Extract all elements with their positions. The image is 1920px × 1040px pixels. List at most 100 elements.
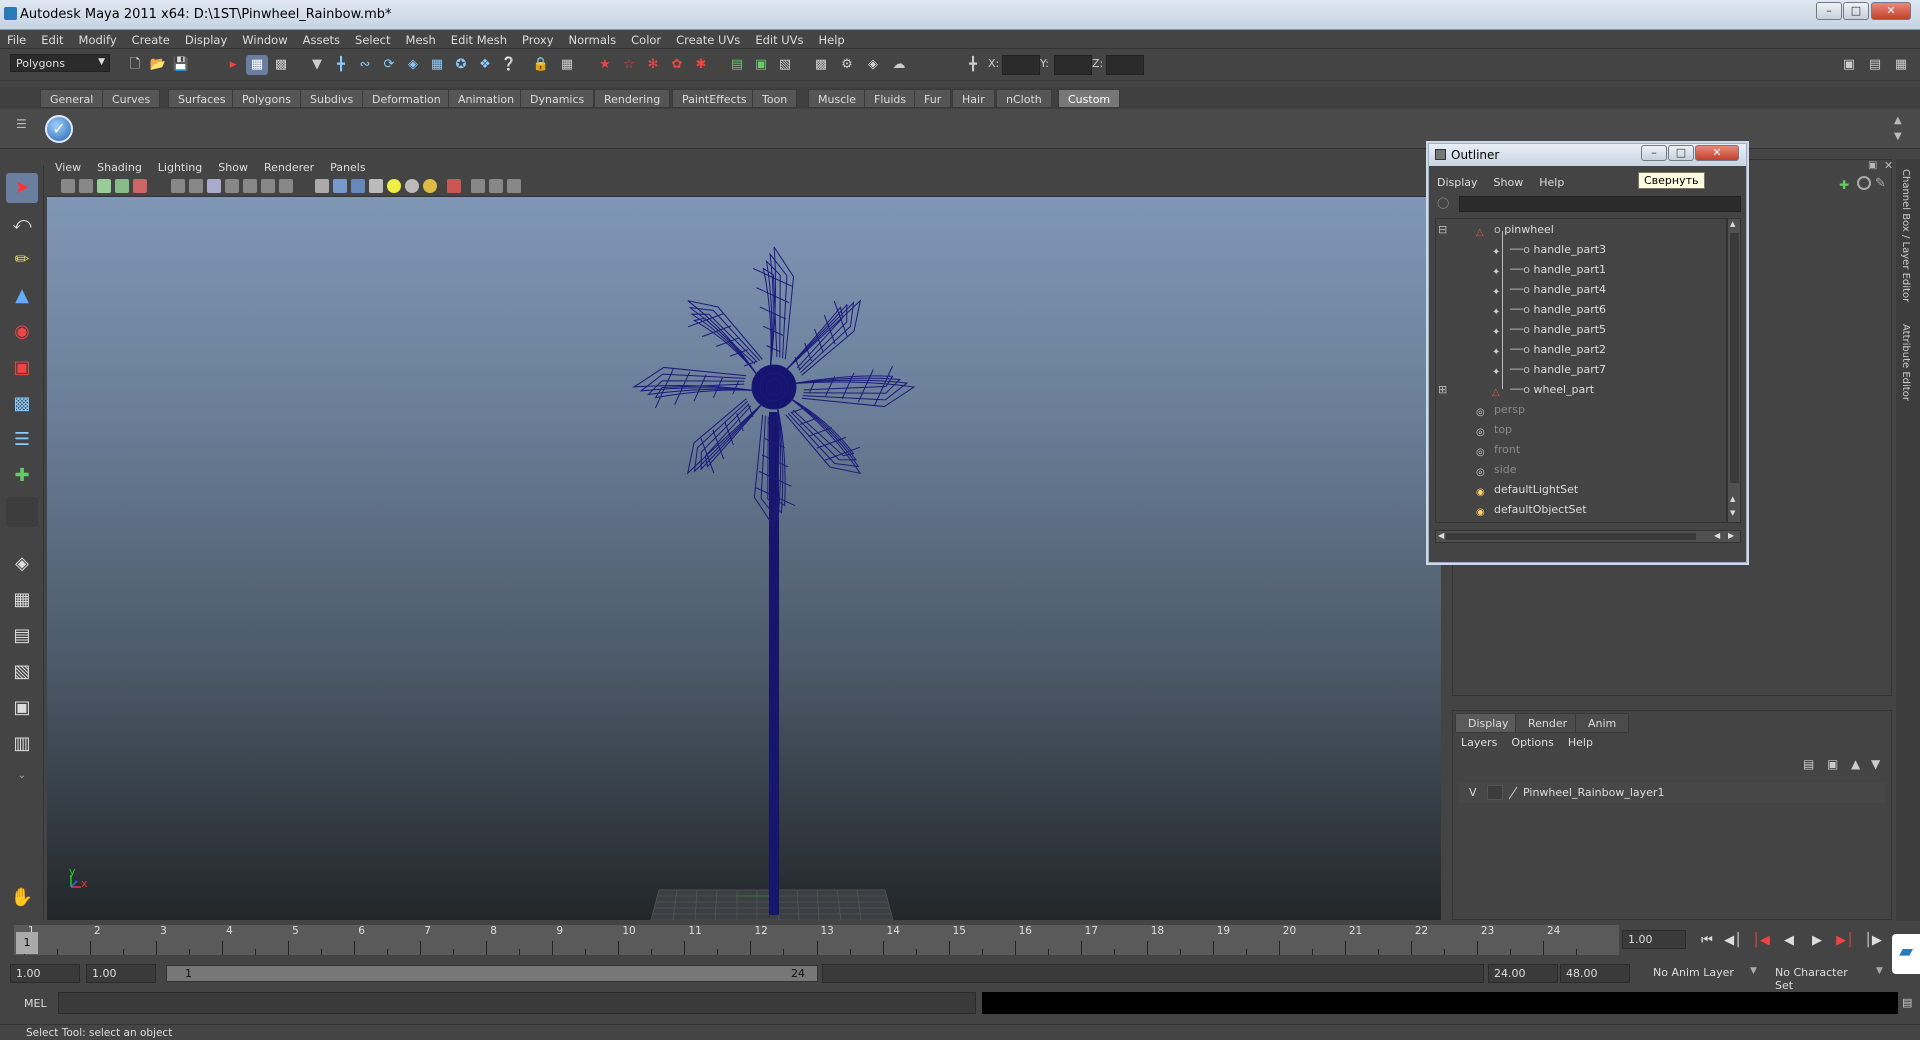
panel-toggle-icon[interactable]: ☁ — [888, 55, 910, 75]
select-hierarchy-icon[interactable]: ▸ — [222, 55, 244, 75]
viewport-menu-renderer[interactable]: Renderer — [256, 159, 322, 174]
shelf-tab-subdivs[interactable]: Subdivs — [300, 89, 364, 108]
viewport-menu-lighting[interactable]: Lighting — [150, 159, 210, 174]
outliner-item[interactable]: ⊟ △ o pinwheel — [1438, 223, 1554, 241]
shelf-tab-ncloth[interactable]: nCloth — [996, 89, 1052, 108]
viewport-menu-panels[interactable]: Panels — [322, 159, 373, 174]
new-layer-icon[interactable]: ▤ — [1803, 757, 1814, 771]
outliner-titlebar[interactable]: Outliner – □ ✕ — [1429, 144, 1746, 166]
make-live-icon[interactable]: ▦ — [426, 55, 448, 75]
layout-channel-icon[interactable]: ▦ — [1890, 55, 1912, 75]
high-quality-icon[interactable] — [423, 179, 437, 193]
tab-attribute-editor[interactable]: Attribute Editor — [1900, 324, 1911, 401]
menu-modify[interactable]: Modify — [72, 30, 125, 47]
step-forward-key-icon[interactable]: ▶│ — [1834, 933, 1856, 951]
menu-edit[interactable]: Edit — [34, 30, 71, 47]
outliner-item[interactable]: ◉ defaultLightSet — [1476, 483, 1578, 501]
render-frame-icon[interactable]: ★ — [594, 55, 616, 75]
layer-move-down-icon[interactable]: ▼ — [1871, 757, 1880, 771]
rotate-tool-icon[interactable]: ◉ — [6, 317, 38, 347]
select-object-icon[interactable]: ▦ — [246, 55, 268, 75]
command-input[interactable] — [58, 992, 976, 1014]
select-camera-icon[interactable] — [61, 179, 75, 193]
outliner-list[interactable]: ⊟ △ o pinwheel ✦ ──o handle_part3 ✦ ──o handle… — [1435, 218, 1727, 523]
outliner-item[interactable]: ✦ ──o handle_part4 — [1492, 283, 1606, 301]
character-set-chevron-down-icon[interactable]: ▼ — [1876, 966, 1883, 976]
textured-icon[interactable] — [369, 179, 383, 193]
show-manipulator-icon[interactable]: ✚ — [6, 461, 38, 491]
menu-mesh[interactable]: Mesh — [399, 30, 444, 47]
scroll-left-icon[interactable]: ◀ — [1438, 531, 1444, 540]
smooth-shading-icon[interactable] — [333, 179, 347, 193]
outliner-minimize-button[interactable]: – — [1641, 145, 1667, 161]
safe-title-icon[interactable] — [279, 179, 293, 193]
shelf-tab-deformation[interactable]: Deformation — [362, 89, 451, 108]
play-forwards-icon[interactable]: ▶ — [1806, 933, 1828, 951]
layer-color-icon[interactable] — [1507, 786, 1519, 800]
play-backwards-icon[interactable]: ◀ — [1778, 933, 1800, 951]
channel-pen-icon[interactable]: ✎ — [1875, 176, 1886, 191]
outliner-item[interactable]: ✦ ──o handle_part3 — [1492, 243, 1606, 261]
layout-single-icon[interactable]: ▣ — [1838, 55, 1860, 75]
viewport-menu-view[interactable]: View — [47, 159, 89, 174]
outliner-item[interactable]: ✦ ──o handle_part6 — [1492, 303, 1606, 321]
outliner-vertical-scrollbar[interactable]: ▲ ▲ ▼ — [1727, 218, 1741, 523]
menu-normals[interactable]: Normals — [562, 30, 625, 47]
render-settings-icon[interactable]: ✿ — [666, 55, 688, 75]
shelf-tab-hair[interactable]: Hair — [952, 89, 995, 108]
close-panel-icon[interactable]: ✕ — [1884, 159, 1896, 172]
shelf-tab-rendering[interactable]: Rendering — [594, 89, 671, 108]
autodesk-help-icon[interactable]: ▰ — [1892, 934, 1920, 974]
shelf-tab-surfaces[interactable]: Surfaces — [168, 89, 236, 108]
move-tool-icon[interactable]: ▲ — [6, 281, 38, 311]
shelf-tab-custom[interactable]: Custom — [1058, 89, 1121, 108]
camera-attributes-icon[interactable] — [79, 179, 93, 193]
camera-toggle-icon[interactable]: ⚙ — [836, 55, 858, 75]
scroll-up-small-icon[interactable]: ▲ — [1730, 495, 1735, 503]
menu-select[interactable]: Select — [348, 30, 398, 47]
minimize-button[interactable]: – — [1816, 2, 1842, 20]
go-to-start-icon[interactable]: ⏮ — [1696, 933, 1718, 951]
outliner-filter-icon[interactable]: ◯ — [1437, 196, 1453, 212]
numeric-input-icon[interactable]: ╋ — [962, 55, 984, 75]
xray-joints-icon[interactable] — [489, 179, 503, 193]
render-ipr-icon[interactable]: ☆ — [618, 55, 640, 75]
start-time-field[interactable]: 1.00 — [10, 964, 80, 983]
current-time-field[interactable]: 1.00 — [1622, 930, 1686, 949]
wireframe-on-shaded-icon[interactable] — [351, 179, 365, 193]
channel-toggle-icon[interactable] — [1857, 176, 1871, 190]
menu-display[interactable]: Display — [178, 30, 235, 47]
outliner-item[interactable]: ◉ defaultObjectSet — [1476, 503, 1587, 521]
playback-end-field[interactable]: 24.00 — [1488, 964, 1558, 983]
hand-tool-icon[interactable]: ✋ — [6, 883, 38, 913]
current-frame-marker[interactable]: 1 — [16, 932, 38, 954]
character-set-selector[interactable]: No Character Set — [1770, 964, 1870, 992]
playback-start-field[interactable]: 1.00 — [86, 964, 156, 983]
layer-menu-help[interactable]: Help — [1568, 736, 1593, 749]
layout-single-perspective-icon[interactable]: ◈ — [6, 549, 38, 579]
construction-history-icon[interactable]: ❔ — [498, 55, 520, 75]
expand-toolbox-icon[interactable]: ⌄ — [6, 761, 38, 791]
shelf-tab-general[interactable]: General — [40, 89, 104, 108]
shelf-scroll-down-icon[interactable]: ▼ — [1894, 131, 1910, 145]
save-scene-icon[interactable]: 💾 — [170, 55, 192, 75]
layer-menu-options[interactable]: Options — [1511, 736, 1553, 749]
menu-assets[interactable]: Assets — [296, 30, 348, 47]
layer-display-type-toggle[interactable] — [1487, 785, 1503, 800]
shelf-tab-animation[interactable]: Animation — [448, 89, 525, 108]
viewport-menu-shading[interactable]: Shading — [89, 159, 150, 174]
float-panel-icon[interactable]: ▣ — [1868, 160, 1880, 172]
safe-action-icon[interactable] — [261, 179, 275, 193]
outliner-item[interactable]: ◎ side — [1476, 463, 1517, 481]
outliner-menu-show[interactable]: Show — [1486, 174, 1532, 189]
expand-icon[interactable]: ⊞ — [1438, 383, 1447, 396]
layer-move-up-icon[interactable]: ▲ — [1851, 757, 1860, 771]
outliner-item[interactable]: ✦ ──o handle_part2 — [1492, 343, 1606, 361]
show-tool-settings-icon[interactable]: ▧ — [774, 55, 796, 75]
magnet-icon[interactable]: 🔒 — [530, 55, 552, 75]
step-forward-icon[interactable]: │▶ — [1862, 933, 1884, 951]
layer-tab-render[interactable]: Render — [1515, 713, 1581, 733]
scale-tool-icon[interactable]: ▣ — [6, 353, 38, 383]
outliner-menu-help[interactable]: Help — [1531, 174, 1572, 189]
end-time-field[interactable]: 48.00 — [1560, 964, 1630, 983]
